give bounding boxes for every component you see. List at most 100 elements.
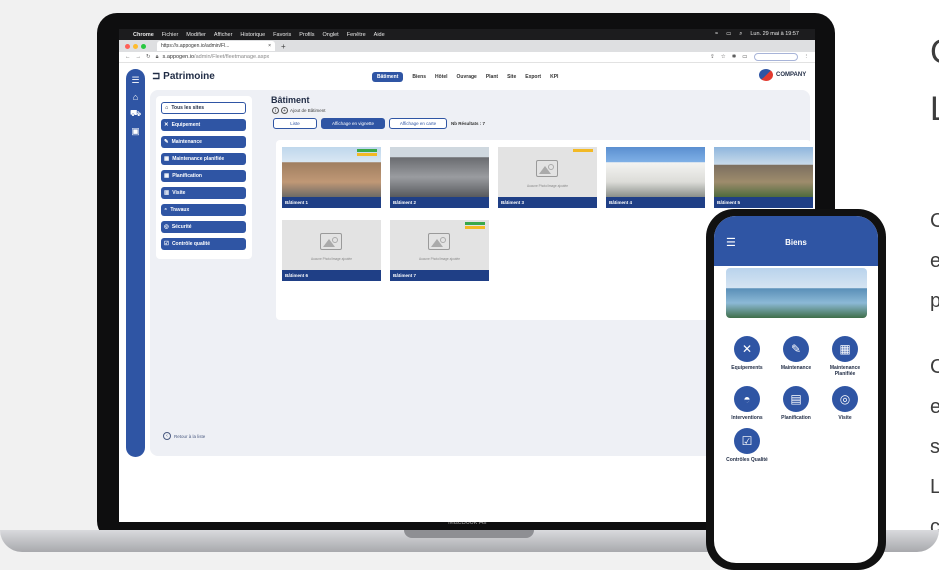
phone-header: ☰ Biens [714, 216, 878, 266]
tab-title: https://s.appogen.io/admin/Fl... [161, 43, 230, 49]
phone-menu-equipements[interactable]: ✕ Equipements [724, 336, 770, 371]
building-card-label: Bâtiment 7 [390, 270, 489, 281]
menubar-item[interactable]: Afficher [214, 32, 233, 38]
star-icon[interactable]: ☆ [721, 54, 726, 60]
sidebar-item-equipement[interactable]: ✕ Equipement [161, 119, 246, 131]
add-building-link[interactable]: Ajout de Bâtiment [290, 108, 326, 113]
sidebar-item-planification[interactable]: ▦ Planification [161, 170, 246, 182]
building-card[interactable]: Bâtiment 1 [282, 147, 381, 209]
phone-menu-maintenance-planifiee[interactable]: ▦ Maintenance Planifiée [822, 336, 868, 377]
building-card-label: Bâtiment 4 [606, 197, 705, 208]
menubar-item[interactable]: Aide [374, 32, 385, 38]
close-icon[interactable]: × [268, 43, 271, 49]
menubar-item[interactable]: Historique [240, 32, 265, 38]
tab-site[interactable]: Site [507, 74, 516, 80]
menubar-clock[interactable]: Lun. 29 mai à 19:57 [750, 31, 799, 38]
phone-menu-interventions[interactable]: ◓ Interventions [724, 386, 770, 421]
battery-icon[interactable]: ▭ [726, 31, 731, 38]
window-minimize-icon[interactable] [133, 43, 138, 49]
window-close-icon[interactable] [125, 43, 130, 49]
building-card[interactable]: Aucune Photo/Image ajoutée Bâtiment 3 [498, 147, 597, 209]
menubar-item[interactable]: Profils [299, 32, 314, 38]
sidebar-item-travaux[interactable]: ◓ Travaux [161, 204, 246, 216]
building-card[interactable]: Bâtiment 2 [390, 147, 489, 209]
share-icon[interactable]: ⇪ [710, 54, 715, 60]
url-input[interactable]: s.appogen.io/admin/Fleet/fleetmanage.asp… [163, 54, 270, 60]
phone-home-bar [714, 550, 878, 563]
phone-menu-label: Interventions [731, 415, 763, 421]
building-card-label: Bâtiment 2 [390, 197, 489, 208]
home-icon[interactable]: ⌂ [126, 92, 145, 102]
extensions-icon[interactable]: ✱ [732, 54, 737, 60]
building-card[interactable]: Bâtiment 4 [606, 147, 705, 209]
phone-menu-visite[interactable]: ◎ Visite [822, 386, 868, 421]
tab-export[interactable]: Export [525, 74, 541, 80]
menubar-item[interactable]: Fenêtre [347, 32, 366, 38]
tab-batiment[interactable]: Bâtiment [372, 72, 404, 82]
tab-biens[interactable]: Biens [412, 74, 426, 80]
hardhat-icon: ◓ [734, 386, 760, 412]
wifi-icon[interactable]: ≈ [715, 31, 718, 38]
side-paragraph-char: L [930, 476, 939, 498]
phone-hero-photo [726, 268, 867, 318]
phone-menu-maintenance[interactable]: ✎ Maintenance [773, 336, 819, 371]
forward-arrow-icon[interactable]: → [136, 54, 142, 60]
side-paragraph-char: p [930, 290, 939, 312]
filter-sidebar: ⌂ Tous les sites ✕ Equipement ✎ Maintenance… [156, 96, 252, 259]
image-placeholder-icon [428, 233, 450, 250]
map-view-button[interactable]: Affichage en carte [389, 118, 447, 129]
menubar-item[interactable]: Chrome [133, 32, 154, 38]
laptop-notch [404, 530, 534, 538]
side-paragraph-char: C [930, 210, 939, 232]
add-icon[interactable]: + [281, 107, 288, 114]
sidebar-item-maintenance-planifiee[interactable]: ▦ Maintenance planifiée [161, 153, 246, 165]
nav-rail: ☰ ⌂ ⛟ ▣ [126, 69, 145, 457]
tab-plant[interactable]: Plant [486, 74, 498, 80]
tab-kpi[interactable]: KPI [550, 74, 558, 80]
more-icon[interactable]: ⋮ [804, 54, 810, 60]
menubar-item[interactable]: Modifier [186, 32, 206, 38]
phone-menu-controles-qualite[interactable]: ☑ Contrôles Qualité [724, 428, 770, 463]
sidebar-item-tous-les-sites[interactable]: ⌂ Tous les sites [161, 102, 246, 114]
menubar-item[interactable]: Fichier [162, 32, 179, 38]
menu-icon[interactable]: ☰ [126, 75, 145, 86]
building-card[interactable]: Bâtiment 5 [714, 147, 813, 209]
cart-icon[interactable]: ⛟ [126, 108, 145, 120]
sidebar-item-label: Travaux [170, 207, 190, 213]
search-icon[interactable]: ⌕ [739, 31, 742, 38]
phone-menu-planification[interactable]: ▤ Planification [773, 386, 819, 421]
calendar-icon: ▦ [164, 156, 170, 162]
back-to-list-link[interactable]: ‹ Retour à la liste [163, 432, 205, 440]
photo-placeholder: Aucune Photo/Image ajoutée [498, 147, 597, 197]
profile-button[interactable] [753, 53, 798, 61]
tab-hotel[interactable]: Hôtel [435, 74, 448, 80]
assets-icon[interactable]: ▣ [126, 126, 145, 137]
reload-icon[interactable]: ↻ [146, 54, 151, 60]
tab-ouvrage[interactable]: Ouvrage [457, 74, 477, 80]
placeholder-text: Aucune Photo/Image ajoutée [526, 184, 569, 188]
new-tab-icon[interactable]: + [281, 42, 286, 51]
list-view-button[interactable]: Liste [273, 118, 317, 129]
menubar-item[interactable]: Onglet [322, 32, 338, 38]
building-icon: ▥ [164, 190, 170, 196]
sidebar-item-visite[interactable]: ▥ Visite [161, 187, 246, 199]
window-zoom-icon[interactable] [141, 43, 146, 49]
status-badge [357, 153, 377, 156]
sidebar-toggle-icon[interactable]: ▭ [742, 54, 747, 60]
building-card[interactable]: Aucune Photo/Image ajoutée Bâtiment 6 [282, 220, 381, 282]
back-arrow-icon[interactable]: ← [125, 54, 131, 60]
info-icon[interactable]: i [272, 107, 279, 114]
tile-view-button[interactable]: Affichage en vignette [321, 118, 385, 129]
sidebar-item-securite[interactable]: ◎ Sécurité [161, 221, 246, 233]
sidebar-item-maintenance[interactable]: ✎ Maintenance [161, 136, 246, 148]
sidebar-item-controle-qualite[interactable]: ☑ Contrôle qualité [161, 238, 246, 250]
side-paragraph-char: e [930, 396, 939, 418]
browser-tab[interactable]: https://s.appogen.io/admin/Fl... × [157, 41, 275, 51]
sidebar-item-label: Contrôle qualité [171, 241, 210, 247]
company-logo: COMPANY [759, 69, 806, 81]
image-placeholder-icon [536, 160, 558, 177]
menubar-item[interactable]: Favoris [273, 32, 291, 38]
home-icon: ⌂ [165, 105, 169, 111]
building-card[interactable]: Aucune Photo/Image ajoutée Bâtiment 7 [390, 220, 489, 282]
check-icon: ☑ [164, 241, 169, 247]
